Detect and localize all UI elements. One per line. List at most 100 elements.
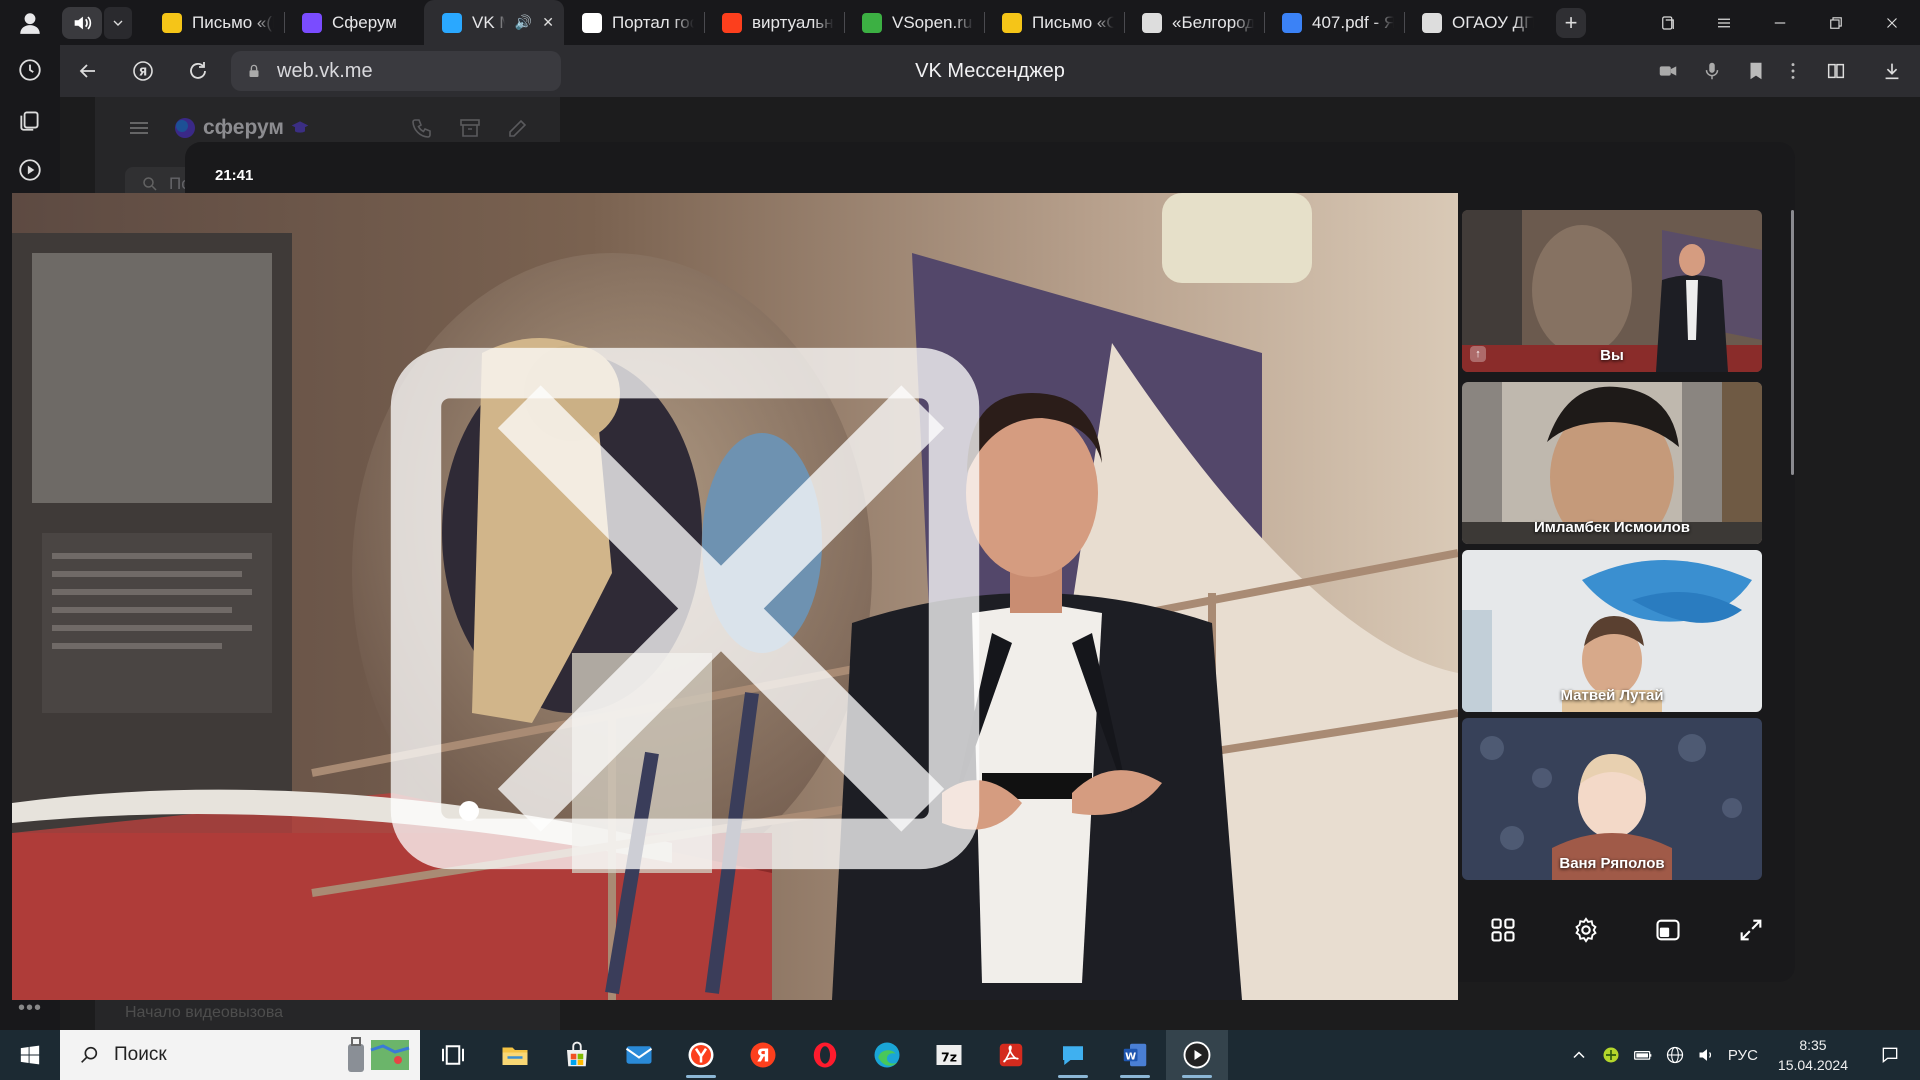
messenger-icon[interactable] xyxy=(1042,1030,1104,1080)
browser-tab-strip: Письмо «(Б Сферум VK Ме 🔊 ✕ Портал гос виртуал… xyxy=(0,0,1920,45)
chevron-up-icon[interactable] xyxy=(1568,1044,1590,1066)
minimize-icon[interactable] xyxy=(1752,0,1808,45)
profile-icon[interactable] xyxy=(0,0,60,45)
mail-icon xyxy=(162,12,182,33)
tab[interactable]: Портал гос xyxy=(564,0,704,45)
participant-tile[interactable]: Матвей Лутай xyxy=(1462,550,1762,712)
sferum-icon xyxy=(302,12,322,33)
language-indicator[interactable]: РУС xyxy=(1728,1047,1758,1064)
network-globe-icon[interactable] xyxy=(1664,1044,1686,1066)
picture-in-picture-icon[interactable] xyxy=(1648,910,1688,950)
tab-close-icon[interactable]: ✕ xyxy=(542,14,554,31)
acrobat-icon[interactable] xyxy=(980,1030,1042,1080)
settings-gear-icon[interactable] xyxy=(1566,910,1606,950)
close-video-icon[interactable] xyxy=(12,205,1444,1000)
windows-taskbar: Поиск Я 7z W РУС 8:35 15.04.2024 xyxy=(0,1030,1920,1080)
participant-name: Ваня Ряполов xyxy=(1559,855,1665,872)
url-field[interactable]: web.vk.me xyxy=(231,51,561,91)
tab[interactable]: ОГАОУ ДП xyxy=(1404,0,1544,45)
grid-layout-icon[interactable] xyxy=(1483,910,1523,950)
yandex-browser-icon[interactable] xyxy=(670,1030,732,1080)
search-highlight-image xyxy=(346,1036,410,1074)
tab-list: Письмо «(Б Сферум VK Ме 🔊 ✕ Портал гос виртуал… xyxy=(144,0,1544,45)
svg-text:Я: Я xyxy=(138,66,146,79)
more-dots-icon[interactable]: ••• xyxy=(0,997,60,1020)
battery-icon[interactable] xyxy=(1632,1044,1654,1066)
call-timer: 21:41 xyxy=(215,167,254,184)
system-tray: РУС 8:35 15.04.2024 xyxy=(1568,1030,1920,1080)
taskbar-search-label: Поиск xyxy=(114,1044,167,1065)
opera-icon[interactable] xyxy=(794,1030,856,1080)
word-icon[interactable]: W xyxy=(1104,1030,1166,1080)
volume-icon[interactable] xyxy=(1696,1044,1718,1066)
yandex-icon[interactable]: Я xyxy=(732,1030,794,1080)
tab-title: VK Ме xyxy=(472,12,505,32)
taskbar-search-input[interactable]: Поиск xyxy=(60,1030,420,1080)
tab[interactable]: VSopen.ru xyxy=(844,0,984,45)
tab-manager-icon[interactable] xyxy=(1640,0,1696,45)
map-icon xyxy=(370,1040,410,1070)
play-circle-icon[interactable] xyxy=(0,145,60,195)
microphone-icon[interactable] xyxy=(1690,45,1734,97)
7zip-icon[interactable]: 7z xyxy=(918,1030,980,1080)
file-explorer-icon[interactable] xyxy=(484,1030,546,1080)
window-controls xyxy=(1640,0,1920,45)
reload-icon[interactable] xyxy=(170,45,225,97)
tab-title: «Белгород xyxy=(1172,12,1254,32)
person-icon xyxy=(1142,12,1162,33)
microsoft-store-icon[interactable] xyxy=(546,1030,608,1080)
address-bar-tools xyxy=(1646,45,1920,97)
menu-icon[interactable] xyxy=(1696,0,1752,45)
participant-tile-self[interactable]: ↑ Вы xyxy=(1462,210,1762,372)
video-player-icon[interactable] xyxy=(1166,1030,1228,1080)
clock[interactable]: 8:35 15.04.2024 xyxy=(1768,1035,1858,1075)
tab[interactable]: Письмо «О xyxy=(984,0,1124,45)
tab-title: Письмо «(Б xyxy=(192,12,274,32)
tab-active[interactable]: VK Ме 🔊 ✕ xyxy=(424,0,564,45)
mail-app-icon[interactable] xyxy=(608,1030,670,1080)
lock-icon xyxy=(249,64,259,77)
tab-list-chevron-down-icon[interactable] xyxy=(104,6,132,39)
history-icon[interactable] xyxy=(0,45,60,95)
tab[interactable]: 407.pdf - Я xyxy=(1264,0,1404,45)
tab[interactable]: Сферум xyxy=(284,0,424,45)
reading-list-icon[interactable] xyxy=(1808,45,1864,97)
antivirus-icon[interactable] xyxy=(1600,1044,1622,1066)
participants-scrollbar[interactable] xyxy=(1791,210,1794,475)
fullscreen-icon[interactable] xyxy=(1731,910,1771,950)
tab-title: Портал гос xyxy=(612,12,694,32)
speaker-icon[interactable] xyxy=(62,6,102,39)
back-arrow-icon[interactable] xyxy=(60,45,115,97)
url-text: web.vk.me xyxy=(277,59,373,82)
collections-icon[interactable] xyxy=(0,95,60,145)
download-icon[interactable] xyxy=(1864,45,1920,97)
bookmark-icon[interactable] xyxy=(1734,45,1778,97)
close-window-icon[interactable] xyxy=(1864,0,1920,45)
windows-start-icon[interactable] xyxy=(0,1030,60,1080)
vertical-dots-icon[interactable] xyxy=(1778,45,1808,97)
tab-audio-icon[interactable]: 🔊 xyxy=(515,14,532,31)
tab-title: Сферум xyxy=(332,12,397,32)
edge-icon[interactable] xyxy=(856,1030,918,1080)
participant-name: Матвей Лутай xyxy=(1560,687,1664,704)
participant-tile[interactable]: Имламбек Исмоилов xyxy=(1462,382,1762,544)
participant-name: Имламбек Исмоилов xyxy=(1533,519,1691,536)
vsopen-icon xyxy=(862,12,882,33)
tab-title: VSopen.ru xyxy=(892,12,973,32)
notification-icon[interactable] xyxy=(1868,1030,1912,1080)
restore-icon[interactable] xyxy=(1808,0,1864,45)
task-view-icon[interactable] xyxy=(422,1030,484,1080)
tab-title: виртуальн xyxy=(752,12,834,32)
tab[interactable]: Письмо «(Б xyxy=(144,0,284,45)
participant-tile[interactable]: Ваня Ряполов xyxy=(1462,718,1762,880)
tab[interactable]: «Белгород xyxy=(1124,0,1264,45)
tab-title: 407.pdf - Я xyxy=(1312,12,1394,32)
clock-date: 15.04.2024 xyxy=(1777,1057,1848,1073)
main-speaker-video[interactable] xyxy=(12,193,1458,1000)
yandex-home-icon[interactable]: Я xyxy=(115,45,170,97)
camera-icon[interactable] xyxy=(1646,45,1690,97)
tab[interactable]: виртуальн xyxy=(704,0,844,45)
svg-text:7z: 7z xyxy=(941,1049,957,1064)
suitcase-icon xyxy=(348,1037,364,1072)
new-tab-button[interactable]: + xyxy=(1556,7,1586,38)
